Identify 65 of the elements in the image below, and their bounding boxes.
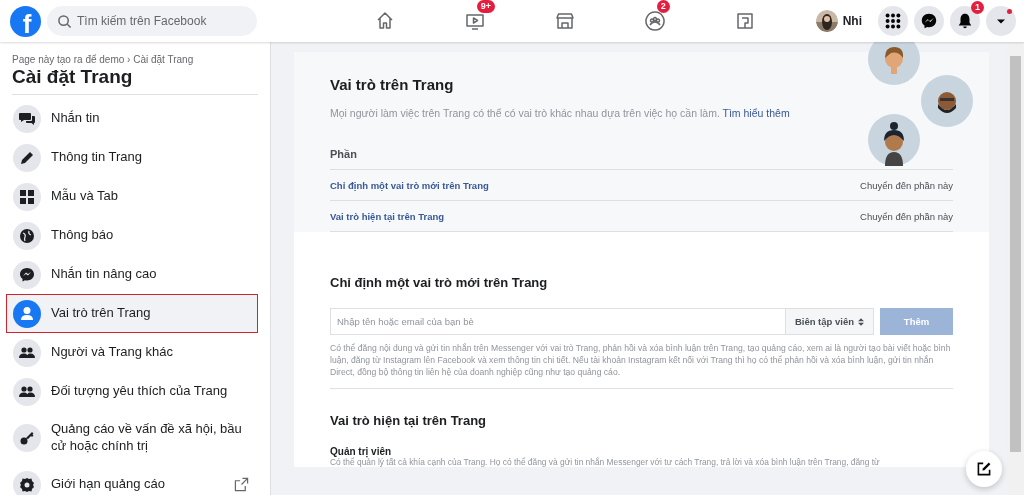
dot-grid-icon: [884, 12, 902, 30]
menu-button[interactable]: [878, 6, 908, 36]
breadcrumb: Page này tạo ra để demo › Cài đặt Trang: [11, 54, 195, 65]
subheading: Phần: [330, 148, 953, 170]
item-label: Vai trò trên Trang: [51, 305, 152, 322]
item-label: Thông báo: [51, 227, 115, 244]
help-text: Có thể đăng nội dung và gửi tin nhắn trên Messenger với vai trò Trang, phản hồi và xóa bình luận trên Trang, tạo quảng cáo, xem ai là người tạo bài viết hoặc bình luận, đăng từ Instagram lên Facebook và xem thông tin chi tiết. Nếu tài khoản Instagram kết nối với Trang thì họ có thể phản hồi và xóa bình luận, gửi tin nhắn Direct, đồng bộ thông tin liên hệ của doanh nghiệp cũng như tạo quảng cáo.: [330, 342, 952, 379]
profile-button[interactable]: Nhi: [815, 10, 862, 32]
facebook-logo[interactable]: f: [10, 5, 41, 37]
scrollbar[interactable]: [1007, 42, 1024, 495]
groups-tab[interactable]: [642, 8, 668, 34]
globe-icon: [13, 221, 41, 250]
jump-link[interactable]: Chuyển đến phần này: [860, 179, 953, 191]
sidebar-item[interactable]: Thông tin Trang: [6, 138, 258, 177]
item-label: Nhắn tin: [51, 110, 101, 127]
role-name: Quản trị viên: [330, 446, 392, 458]
item-label: Nhắn tin nâng cao: [51, 266, 158, 283]
messenger-icon: [920, 12, 938, 30]
item-label: Người và Trang khác: [51, 344, 174, 361]
messenger-icon: [13, 260, 41, 289]
jump-link[interactable]: Chuyển đến phần này: [860, 210, 953, 222]
sidebar-item[interactable]: Quảng cáo về vấn đề xã hội, bầu cử hoặc chính trị: [6, 411, 258, 465]
messenger-button[interactable]: [914, 6, 944, 36]
section-title: Vai trò trên Trang: [330, 76, 455, 93]
section-title: Vai trò hiện tại trên Trang: [330, 413, 488, 429]
sidebar-item[interactable]: Mẫu và Tab: [6, 177, 258, 216]
sidebar-item[interactable]: Nhắn tin nâng cao: [6, 255, 258, 294]
person-icon: [13, 299, 41, 328]
people-icon: [13, 338, 41, 367]
item-label: Đối tượng yêu thích của Trang: [51, 383, 229, 400]
notifications-button[interactable]: [950, 6, 980, 36]
status-dot: [1007, 9, 1012, 14]
chat-icon: [13, 104, 41, 133]
role-description: Có thể quản lý tất cả khía cạnh của Trang. Họ có thể đăng và gửi tin nhắn Messenger với tư cách Trang, trả lời và xóa bình luận trên Trang, đăng từ: [330, 457, 881, 468]
item-label: Thông tin Trang: [51, 149, 144, 166]
key-icon: [13, 424, 41, 452]
page-title: Cài đặt Trang: [12, 65, 258, 95]
sidebar-item[interactable]: Giới hạn quảng cáo: [6, 465, 258, 495]
account-button[interactable]: [986, 6, 1016, 36]
sort-caret-icon: [858, 317, 864, 326]
item-label: Quảng cáo về vấn đề xã hội, bầu cử hoặc chính trị: [51, 421, 243, 455]
section-link[interactable]: Vai trò hiện tại trên Trang: [330, 210, 445, 222]
name-input-field[interactable]: Nhập tên hoặc email của bạn bè: [330, 308, 785, 335]
notification-badge: 2: [656, 0, 670, 13]
search-icon: [57, 14, 72, 29]
sidebar-item[interactable]: Đối tượng yêu thích của Trang: [6, 372, 258, 411]
role-dropdown[interactable]: Biên tập viên: [784, 308, 874, 335]
sidebar-item[interactable]: Thông báo: [6, 216, 258, 255]
notification-badge: 9+: [476, 0, 496, 13]
pencil-icon: [13, 143, 41, 172]
learn-more-link[interactable]: Tìm hiểu thêm: [722, 107, 790, 119]
section-link[interactable]: Chỉ định một vai trò mới trên Trang: [330, 179, 489, 191]
people-icon: [13, 377, 41, 406]
compose-icon: [976, 461, 992, 477]
item-label: Giới hạn quảng cáo: [51, 476, 167, 493]
search-field[interactable]: Tìm kiếm trên Facebook: [47, 6, 257, 36]
sidebar-item[interactable]: Người và Trang khác: [6, 333, 258, 372]
grid-icon: [13, 182, 41, 211]
notification-badge: 1: [971, 1, 984, 14]
section-title: Chỉ định một vai trò mới trên Trang: [330, 275, 549, 290]
item-label: Mẫu và Tab: [51, 188, 119, 205]
sidebar-item[interactable]: Vai trò trên Trang: [6, 294, 258, 333]
bell-icon: [956, 12, 974, 30]
sidebar-item[interactable]: Nhắn tin: [6, 99, 258, 138]
compose-button[interactable]: [966, 451, 1002, 487]
